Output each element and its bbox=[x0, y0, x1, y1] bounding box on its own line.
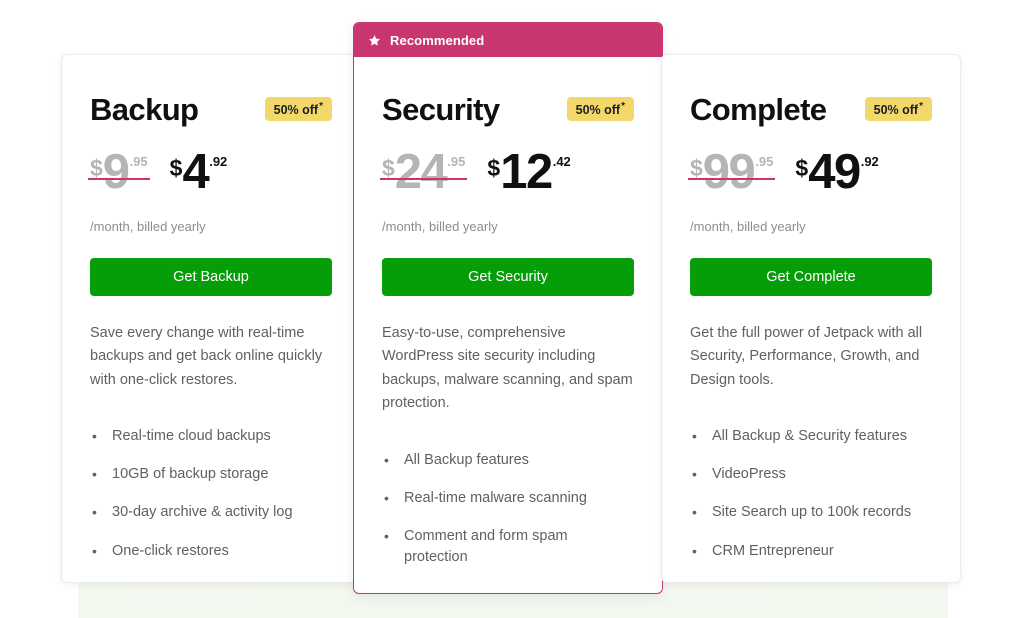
card-body: Security 50% off* $ 24 .95 $ 12 .42 /mon… bbox=[354, 57, 662, 568]
feature-label: All Backup features bbox=[404, 451, 529, 468]
feature-label: Site Search up to 100k records bbox=[712, 504, 912, 521]
pricing-card-security: Recommended Security 50% off* $ 24 .95 $… bbox=[353, 22, 663, 594]
billing-note: /month, billed yearly bbox=[382, 219, 498, 234]
discount-badge-asterisk: * bbox=[919, 100, 923, 112]
list-item: • CRM Entrepreneur bbox=[690, 541, 932, 562]
feature-label: Real-time cloud backups bbox=[112, 428, 271, 445]
get-complete-button[interactable]: Get Complete bbox=[690, 258, 932, 296]
feature-label: 10GB of backup storage bbox=[112, 466, 269, 483]
currency-symbol: $ bbox=[795, 155, 809, 181]
list-item: • Comment and form spam protection bbox=[382, 526, 634, 568]
price-amount: 4 bbox=[182, 145, 209, 199]
price-cents: .95 bbox=[755, 154, 774, 169]
discounted-price: $ 4 .92 bbox=[169, 145, 228, 199]
feature-label: All Backup & Security features bbox=[712, 428, 908, 445]
price-row: $ 9 .95 $ 4 .92 bbox=[88, 145, 332, 207]
list-item: • Site Search up to 100k records bbox=[690, 502, 932, 523]
feature-list: • All Backup features • Real-time malware … bbox=[382, 450, 634, 568]
plan-description: Save every change with real-time backups… bbox=[90, 325, 323, 388]
recommended-label: Recommended bbox=[390, 32, 485, 48]
bullet-icon: • bbox=[692, 504, 697, 521]
price-row: $ 24 .95 $ 12 .42 bbox=[380, 145, 634, 207]
bullet-icon: • bbox=[384, 451, 389, 468]
list-item: • All Backup features bbox=[382, 450, 634, 471]
list-item: • Real-time malware scanning bbox=[382, 488, 634, 509]
list-item: • One-click restores bbox=[90, 541, 332, 562]
billing-note: /month, billed yearly bbox=[690, 219, 806, 234]
list-item: • 30-day archive & activity log bbox=[90, 502, 332, 523]
pricing-table: Backup 50% off* $ 9 .95 $ 4 .92 /month, … bbox=[0, 0, 1024, 618]
plan-description: Get the full power of Jetpack with all S… bbox=[690, 325, 923, 388]
discount-badge-asterisk: * bbox=[319, 100, 323, 112]
discount-badge-label: 50% off bbox=[273, 102, 319, 117]
plan-description: Easy-to-use, comprehensive WordPress sit… bbox=[382, 325, 633, 412]
feature-label: One-click restores bbox=[112, 542, 229, 559]
strikethrough-line bbox=[88, 178, 150, 180]
plan-title: Security bbox=[382, 91, 500, 127]
bullet-icon: • bbox=[692, 542, 697, 559]
currency-symbol: $ bbox=[169, 155, 183, 181]
plan-title: Complete bbox=[690, 91, 827, 127]
price-amount: 12 bbox=[500, 145, 553, 199]
card-header: Complete 50% off* bbox=[690, 89, 932, 129]
bullet-icon: • bbox=[384, 489, 389, 506]
pricing-card-backup: Backup 50% off* $ 9 .95 $ 4 .92 /month, … bbox=[61, 54, 361, 583]
discount-badge: 50% off* bbox=[566, 96, 634, 122]
card-header: Security 50% off* bbox=[382, 89, 634, 129]
currency-symbol: $ bbox=[382, 155, 395, 181]
recommended-ribbon: Recommended bbox=[354, 23, 662, 57]
plan-title: Backup bbox=[90, 91, 199, 127]
price-cents: .95 bbox=[447, 154, 466, 169]
bullet-icon: • bbox=[692, 466, 697, 483]
discount-badge-label: 50% off bbox=[873, 102, 919, 117]
billing-note: /month, billed yearly bbox=[90, 219, 206, 234]
discounted-price: $ 49 .92 bbox=[795, 145, 879, 199]
original-price: $ 99 .95 bbox=[688, 145, 776, 199]
list-item: • 10GB of backup storage bbox=[90, 464, 332, 485]
bullet-icon: • bbox=[384, 527, 389, 544]
bullet-icon: • bbox=[692, 428, 697, 445]
price-cents: .95 bbox=[129, 154, 148, 169]
discount-badge-asterisk: * bbox=[621, 100, 625, 112]
price-cents: .92 bbox=[209, 154, 228, 169]
list-item: • All Backup & Security features bbox=[690, 426, 932, 447]
list-item: • Real-time cloud backups bbox=[90, 426, 332, 447]
bullet-icon: • bbox=[92, 542, 97, 559]
feature-label: Comment and form spam protection bbox=[404, 527, 568, 565]
star-icon bbox=[368, 34, 381, 47]
price-amount: 9 bbox=[102, 145, 130, 199]
strikethrough-line bbox=[688, 178, 776, 180]
strikethrough-line bbox=[380, 178, 468, 180]
feature-list: • All Backup & Security features • VideoPr… bbox=[690, 426, 932, 561]
original-price: $ 9 .95 bbox=[88, 145, 150, 199]
feature-label: CRM Entrepreneur bbox=[712, 542, 834, 559]
original-price: $ 24 .95 bbox=[380, 145, 468, 199]
feature-label: Real-time malware scanning bbox=[404, 489, 587, 506]
price-amount: 49 bbox=[808, 145, 861, 199]
discount-badge-label: 50% off bbox=[575, 102, 621, 117]
currency-symbol: $ bbox=[487, 155, 501, 181]
card-header: Backup 50% off* bbox=[90, 89, 332, 129]
discount-badge: 50% off* bbox=[264, 96, 332, 122]
feature-label: VideoPress bbox=[712, 466, 786, 483]
list-item: • VideoPress bbox=[690, 464, 932, 485]
bullet-icon: • bbox=[92, 428, 97, 445]
bullet-icon: • bbox=[92, 504, 97, 521]
discounted-price: $ 12 .42 bbox=[487, 145, 571, 199]
bullet-icon: • bbox=[92, 466, 97, 483]
price-cents: .92 bbox=[860, 154, 879, 169]
discount-badge: 50% off* bbox=[864, 96, 932, 122]
get-backup-button[interactable]: Get Backup bbox=[90, 258, 332, 296]
price-cents: .42 bbox=[552, 154, 571, 169]
feature-list: • Real-time cloud backups • 10GB of backup… bbox=[90, 426, 332, 561]
currency-symbol: $ bbox=[90, 155, 103, 181]
pricing-card-complete: Complete 50% off* $ 99 .95 $ 49 .92 /mon… bbox=[661, 54, 961, 583]
price-amount: 99 bbox=[702, 145, 756, 199]
feature-label: 30-day archive & activity log bbox=[112, 504, 293, 521]
price-amount: 24 bbox=[394, 145, 448, 199]
currency-symbol: $ bbox=[690, 155, 703, 181]
price-row: $ 99 .95 $ 49 .92 bbox=[688, 145, 932, 207]
get-security-button[interactable]: Get Security bbox=[382, 258, 634, 296]
